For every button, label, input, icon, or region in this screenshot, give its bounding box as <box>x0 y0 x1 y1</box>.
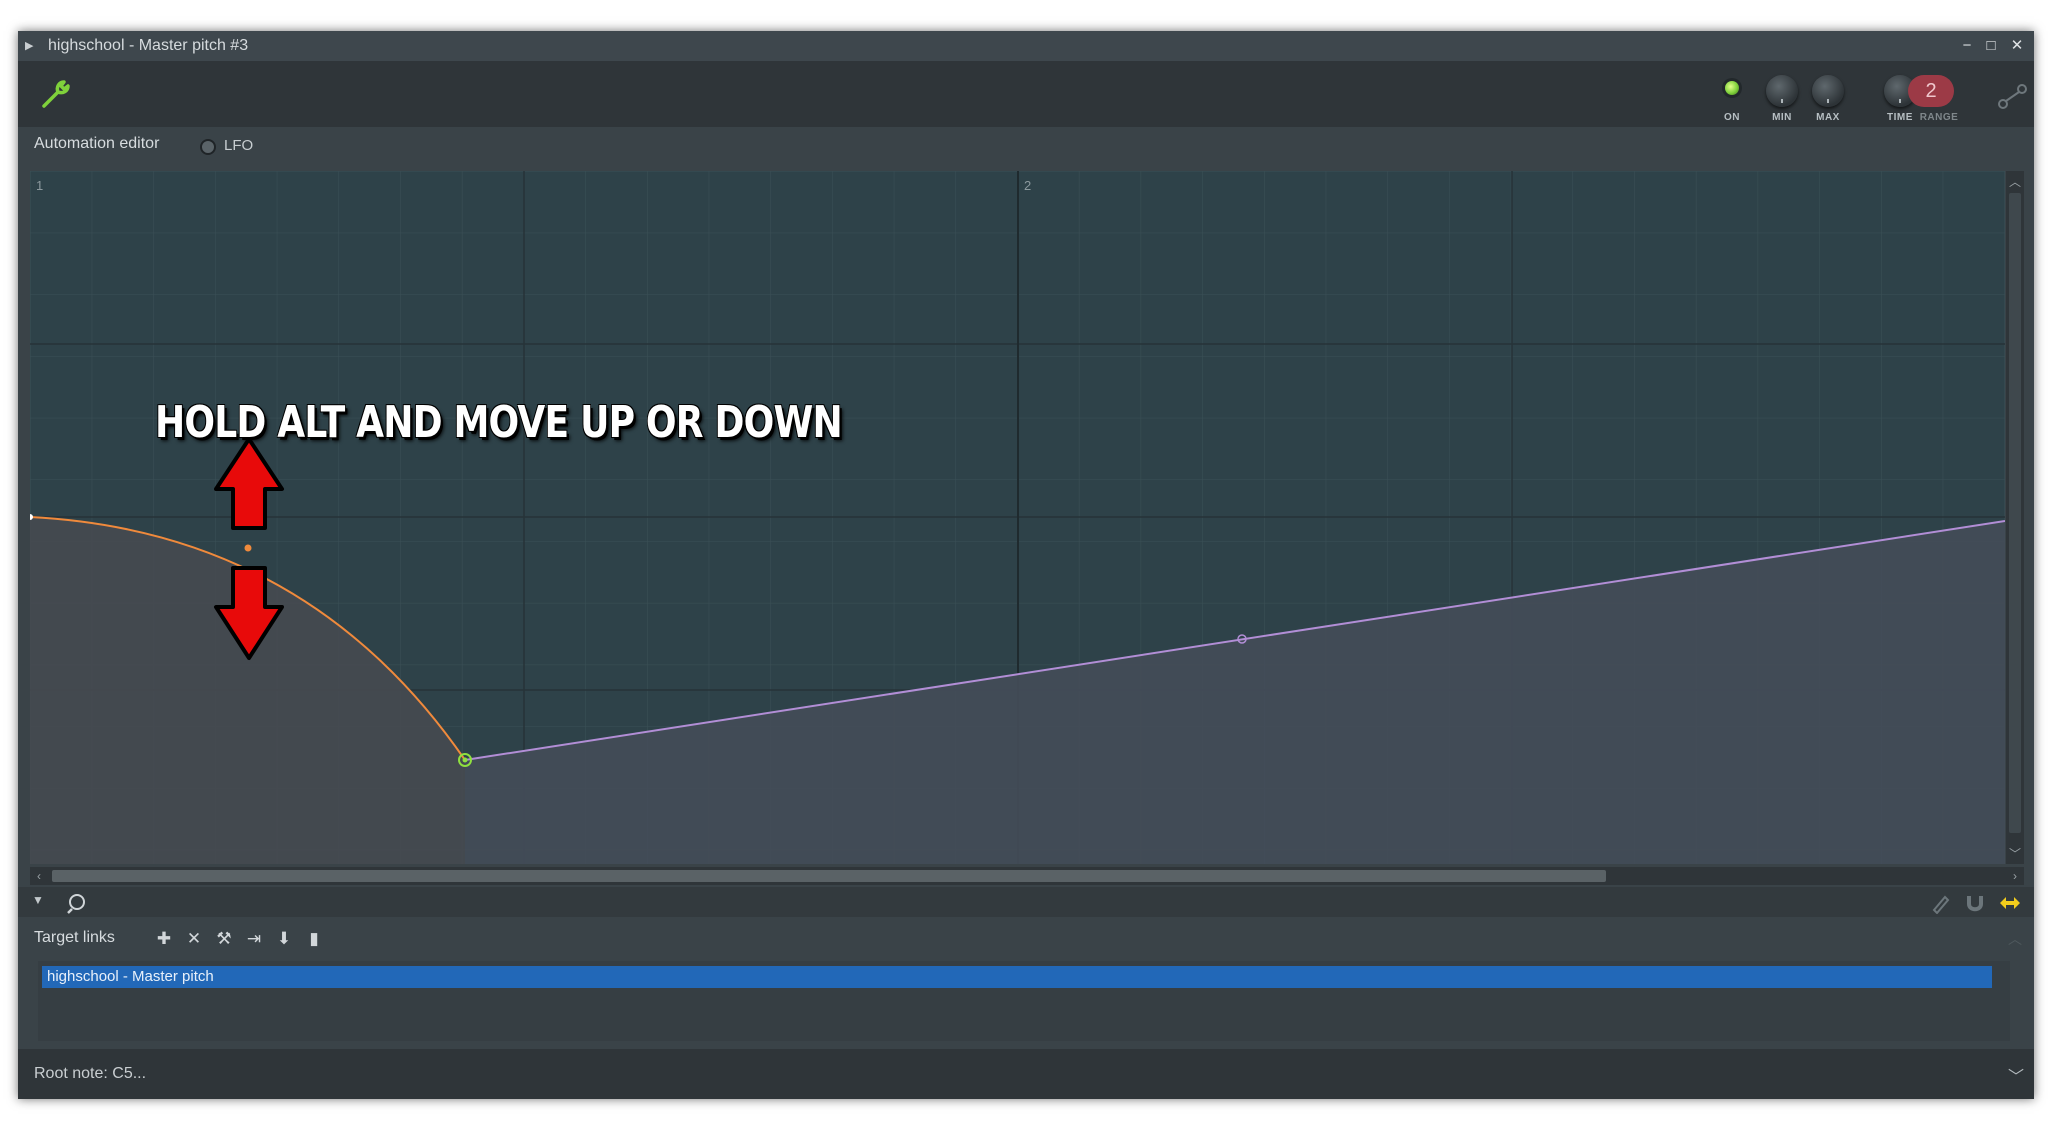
annotation-text: HOLD ALT AND MOVE UP OR DOWN <box>155 397 843 448</box>
vertical-scroll-thumb[interactable] <box>2009 193 2021 833</box>
editor-bottom-toolbar: ▼ <box>18 887 2034 917</box>
maximize-button[interactable]: □ <box>1980 31 2002 61</box>
footer: Root note: C5... ﹀ <box>18 1049 2034 1099</box>
editor-tabs: Automation editor LFO <box>18 127 2034 167</box>
list-item[interactable]: highschool - Master pitch <box>42 966 1992 988</box>
link-arrow-icon[interactable]: ⇥ <box>242 927 266 951</box>
max-label: MAX <box>1816 112 1840 123</box>
on-label: ON <box>1724 112 1740 123</box>
scroll-right-icon[interactable]: › <box>2006 867 2024 885</box>
window-menu-arrow-icon[interactable]: ▶ <box>25 31 33 61</box>
magnet-icon[interactable] <box>1964 892 1986 914</box>
chevron-up-icon[interactable]: ︿ <box>2008 929 2022 949</box>
vertical-scrollbar[interactable]: ︿ ﹀ <box>2006 171 2024 864</box>
close-button[interactable]: ✕ <box>2006 31 2028 61</box>
range-value-button[interactable]: 2 <box>1908 75 1954 107</box>
horizontal-scroll-thumb[interactable] <box>52 870 1606 882</box>
wrench-icon[interactable]: ⚒ <box>212 927 236 951</box>
chevron-down-icon[interactable]: ﹀ <box>2008 1063 2024 1087</box>
target-links-label: Target links <box>34 929 115 946</box>
bar-label-1: 1 <box>36 178 43 193</box>
pencil-icon[interactable] <box>1930 892 1952 914</box>
chevron-down-icon[interactable]: ▼ <box>32 893 44 907</box>
range-label: RANGE <box>1919 112 1959 123</box>
bar-label-2: 2 <box>1024 178 1031 193</box>
swap-arrows-icon[interactable] <box>1998 892 2022 914</box>
minimize-button[interactable]: − <box>1956 31 1978 61</box>
target-links-list: highschool - Master pitch <box>38 961 2010 1041</box>
add-icon[interactable]: ✚ <box>152 927 176 951</box>
lfo-radio[interactable] <box>200 139 216 155</box>
title-bar[interactable]: ▶ highschool - Master pitch #3 − □ ✕ <box>18 31 2034 61</box>
window-title: highschool - Master pitch #3 <box>48 37 249 54</box>
tab-automation-editor[interactable]: Automation editor <box>34 135 159 153</box>
tab-lfo[interactable]: LFO <box>224 137 253 154</box>
on-led-button[interactable] <box>1725 81 1739 95</box>
stamp-icon[interactable]: ⬇ <box>272 927 296 951</box>
min-knob[interactable] <box>1766 75 1798 107</box>
horizontal-scrollbar[interactable]: ‹ › <box>30 867 2024 885</box>
bars-icon[interactable]: ▮ <box>302 927 326 951</box>
min-label: MIN <box>1772 112 1792 123</box>
automation-editor-canvas[interactable]: 1 2 <box>30 171 2005 864</box>
tension-handle[interactable] <box>244 544 252 552</box>
scroll-left-icon[interactable]: ‹ <box>30 867 48 885</box>
link-icon[interactable] <box>1996 81 2030 111</box>
target-links-header: Target links ✚ ✕ ⚒ ⇥ ⬇ ▮ ︿ <box>18 921 2034 961</box>
wrench-icon[interactable] <box>36 73 76 113</box>
automation-window: ▶ highschool - Master pitch #3 − □ ✕ 2 O… <box>18 31 2034 1099</box>
max-knob[interactable] <box>1812 75 1844 107</box>
zoom-icon[interactable] <box>66 892 88 914</box>
scroll-up-icon[interactable]: ︿ <box>2006 173 2024 190</box>
remove-icon[interactable]: ✕ <box>182 927 206 951</box>
scroll-down-icon[interactable]: ﹀ <box>2006 845 2024 862</box>
root-note-label[interactable]: Root note: C5... <box>34 1065 146 1083</box>
